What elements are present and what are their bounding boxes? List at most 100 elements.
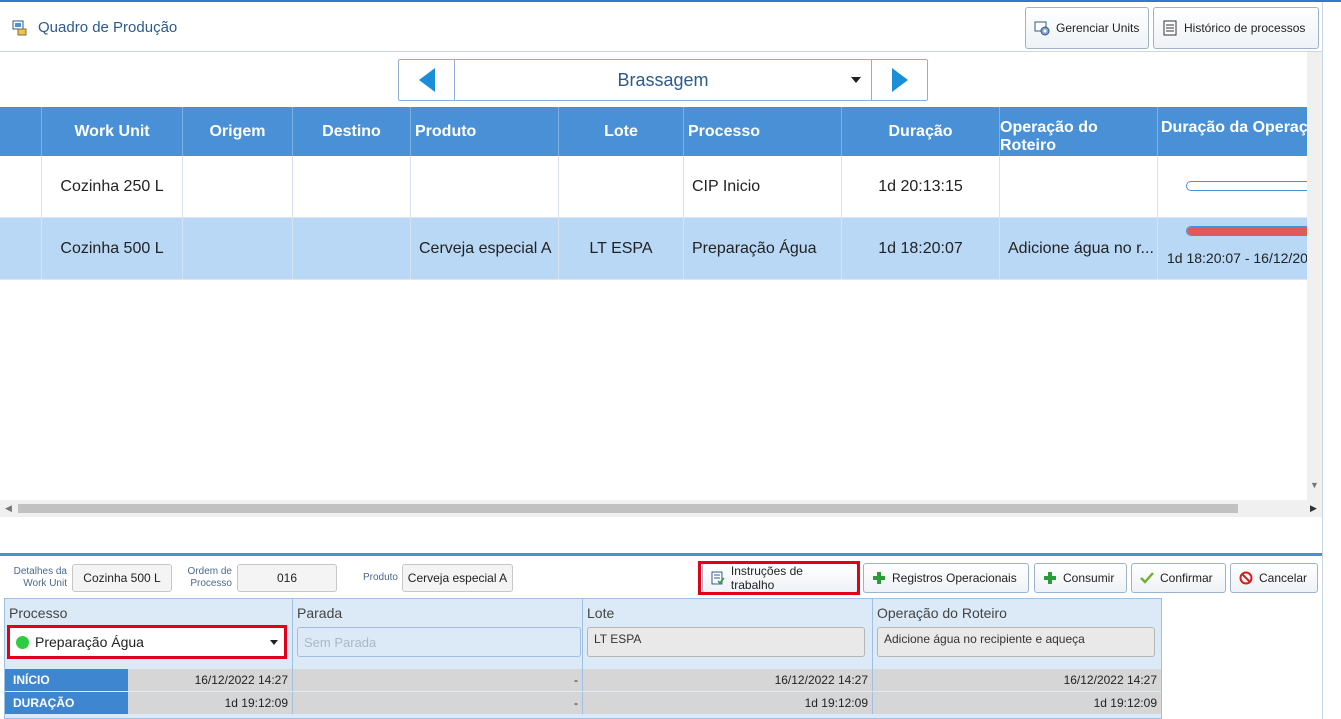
arrow-right-icon xyxy=(891,68,908,92)
scroll-down-icon[interactable]: ▼ xyxy=(1310,480,1319,490)
inicio-operacao-value: 16/12/2022 14:27 xyxy=(1063,673,1157,687)
cell-duracao-operacao xyxy=(1158,156,1307,217)
duracao-processo-value: 1d 19:12:09 xyxy=(128,692,293,714)
previous-area-button[interactable] xyxy=(399,60,455,100)
parada-column: Parada Sem Parada xyxy=(293,599,583,669)
header-spacer xyxy=(0,107,42,156)
cell-processo: Preparação Água xyxy=(684,218,842,279)
consume-button[interactable]: Consumir xyxy=(1034,563,1127,593)
row-spacer xyxy=(0,156,42,217)
duracao-lote-value: 1d 19:12:09 xyxy=(583,692,873,714)
col-header-duracao[interactable]: Duração xyxy=(842,107,1000,156)
table-row[interactable]: Cozinha 500 L Cerveja especial A LT ESPA… xyxy=(0,218,1307,280)
page-title: Quadro de Produção xyxy=(38,19,178,36)
cell-duracao-operacao-text: 1d 18:20:07 - 16/12/20 xyxy=(1167,250,1307,266)
area-navigator: Brassagem xyxy=(398,59,928,101)
cell-processo: CIP Inicio xyxy=(684,156,842,217)
duracao-parada-value: - xyxy=(293,692,583,714)
manage-units-label: Gerenciar Units xyxy=(1056,21,1140,35)
grid-horizontal-scrollbar[interactable]: ◀ ▶ xyxy=(0,500,1322,517)
operational-records-button[interactable]: Registros Operacionais xyxy=(863,563,1029,593)
operation-progress-bar xyxy=(1186,181,1307,191)
work-unit-details-label-line1: Detalhes da xyxy=(13,566,67,577)
inicio-parada-value: - xyxy=(293,669,583,691)
area-select[interactable]: Brassagem xyxy=(455,60,871,100)
col-header-processo[interactable]: Processo xyxy=(684,107,842,156)
caret-down-icon xyxy=(270,640,278,645)
process-history-label: Histórico de processos xyxy=(1184,21,1306,35)
col-header-lote[interactable]: Lote xyxy=(559,107,684,156)
plus-icon xyxy=(1044,572,1056,584)
duracao-operacao-value: 1d 19:12:09 xyxy=(1093,696,1157,710)
inicio-label: INÍCIO xyxy=(5,669,128,691)
cell-duracao: 1d 20:13:15 xyxy=(842,156,1000,217)
col-header-destino[interactable]: Destino xyxy=(293,107,411,156)
process-order-label-line1: Ordem de xyxy=(187,566,232,577)
inicio-lote-value: 16/12/2022 14:27 xyxy=(583,669,873,691)
cell-produto: Cerveja especial A xyxy=(411,218,559,279)
consume-label: Consumir xyxy=(1063,571,1115,585)
confirm-button[interactable]: Confirmar xyxy=(1131,563,1226,593)
window-right-edge xyxy=(1322,2,1341,719)
app-window: Quadro de Produção Gerenciar Units Histó… xyxy=(0,0,1341,719)
duracao-row: DURAÇÃO 1d 19:12:09 - 1d 19:12:09 1d 19:… xyxy=(5,692,1161,714)
table-row[interactable]: Cozinha 250 L CIP Inicio 1d 20:13:15 xyxy=(0,156,1307,218)
cell-origem xyxy=(183,156,293,217)
checkmark-icon xyxy=(1140,572,1154,584)
lote-field: LT ESPA xyxy=(587,627,865,657)
work-unit-details-label: Detalhes da Work Unit xyxy=(6,566,67,590)
col-header-operacao[interactable]: Operação do Roteiro xyxy=(1000,107,1158,156)
process-order-label-line2: Processo xyxy=(190,578,232,589)
cell-operacao xyxy=(1000,156,1158,217)
lote-label: Lote xyxy=(587,605,615,621)
parada-label: Parada xyxy=(297,605,343,621)
status-green-icon xyxy=(16,635,29,649)
inicio-row: INÍCIO 16/12/2022 14:27 - 16/12/2022 14:… xyxy=(5,669,1161,691)
grid-header: Work Unit Origem Destino Produto Lote Pr… xyxy=(0,107,1307,156)
duracao-label: DURAÇÃO xyxy=(5,692,128,714)
product-label: Produto xyxy=(362,572,398,583)
arrow-left-icon xyxy=(418,68,435,92)
cell-destino xyxy=(293,218,411,279)
cell-work-unit: Cozinha 500 L xyxy=(42,218,183,279)
operacao-field: Adicione água no recipiente e aqueça xyxy=(877,627,1155,657)
manage-units-button[interactable]: Gerenciar Units xyxy=(1025,7,1149,49)
processo-column: Processo Preparação Água xyxy=(5,599,293,669)
units-gear-icon xyxy=(1034,21,1050,36)
cell-lote: LT ESPA xyxy=(559,218,684,279)
col-header-duracao-operacao[interactable]: Duração da Operação d xyxy=(1158,107,1307,156)
process-select[interactable]: Preparação Água xyxy=(7,625,287,659)
next-area-button[interactable] xyxy=(871,60,927,100)
cancel-button[interactable]: Cancelar xyxy=(1230,563,1318,593)
details-toolbar: Detalhes da Work Unit Cozinha 500 L Orde… xyxy=(0,556,1322,598)
cancel-icon xyxy=(1239,571,1253,585)
work-units-grid: Work Unit Origem Destino Produto Lote Pr… xyxy=(0,107,1307,500)
operational-records-label: Registros Operacionais xyxy=(892,571,1017,585)
area-select-value: Brassagem xyxy=(617,69,709,90)
cell-produto xyxy=(411,156,559,217)
cell-origem xyxy=(183,218,293,279)
process-history-button[interactable]: Histórico de processos xyxy=(1153,7,1319,49)
horizontal-scroll-thumb[interactable] xyxy=(18,504,1238,513)
production-board-icon xyxy=(12,20,27,36)
history-document-icon xyxy=(1163,20,1177,36)
grid-vertical-scrollbar[interactable]: ▼ xyxy=(1307,52,1322,500)
process-order-field: 016 xyxy=(237,564,337,592)
col-header-work-unit[interactable]: Work Unit xyxy=(42,107,183,156)
process-select-value: Preparação Água xyxy=(35,634,144,650)
scroll-left-icon[interactable]: ◀ xyxy=(5,503,12,514)
cell-work-unit: Cozinha 250 L xyxy=(42,156,183,217)
parada-field[interactable]: Sem Parada xyxy=(297,627,581,657)
lote-column: Lote LT ESPA xyxy=(583,599,873,669)
caret-down-icon xyxy=(851,77,861,83)
cancel-label: Cancelar xyxy=(1259,571,1308,585)
highlight-instructions-frame xyxy=(698,561,860,595)
col-header-produto[interactable]: Produto xyxy=(411,107,559,156)
process-order-label: Ordem de Processo xyxy=(180,566,232,590)
operation-progress-bar xyxy=(1186,226,1307,236)
col-header-origem[interactable]: Origem xyxy=(183,107,293,156)
work-unit-field: Cozinha 500 L xyxy=(72,564,172,592)
row-spacer xyxy=(0,218,42,279)
scroll-right-icon[interactable]: ▶ xyxy=(1310,503,1317,514)
cell-destino xyxy=(293,156,411,217)
